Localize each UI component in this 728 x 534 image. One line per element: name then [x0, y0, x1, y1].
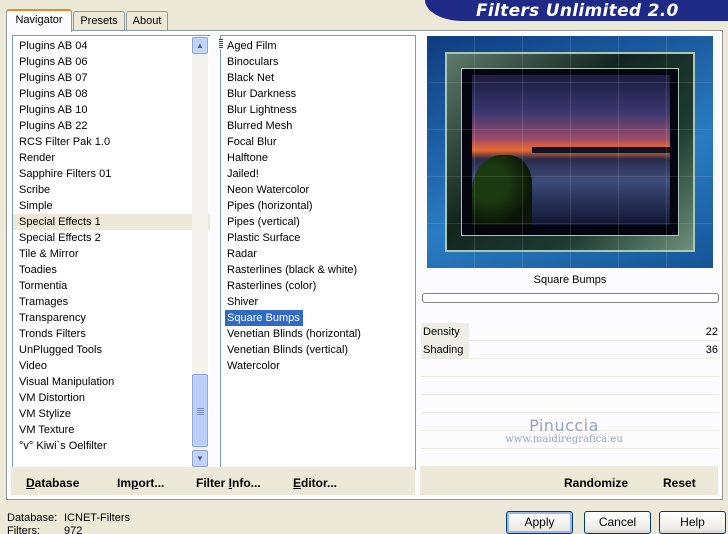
list-item[interactable]: Black Net: [221, 70, 415, 86]
list-item[interactable]: Jailed!: [221, 166, 415, 182]
list-item[interactable]: Plugins AB 06: [13, 54, 210, 70]
tab-presets[interactable]: Presets: [73, 11, 125, 31]
list-item[interactable]: Video: [13, 358, 210, 374]
param-shading-label: Shading: [423, 344, 464, 356]
reset-button[interactable]: Reset: [663, 476, 696, 490]
chevron-up-icon[interactable]: ▲: [192, 37, 208, 54]
list-item[interactable]: Transparency: [13, 310, 210, 326]
editor-button[interactable]: Editor...: [293, 476, 337, 490]
list-item[interactable]: Binoculars: [221, 54, 415, 70]
parameter-list: Density 22 Shading 36: [421, 323, 719, 467]
list-item[interactable]: Plugins AB 07: [13, 70, 210, 86]
list-item[interactable]: °v° Kiwi`s Oelfilter: [13, 438, 210, 454]
watermark: Pinuccia www.maidiregrafica.eu: [494, 416, 634, 445]
list-item[interactable]: Tramages: [13, 294, 210, 310]
filter-info-button[interactable]: Filter Info...: [196, 476, 261, 490]
list-item[interactable]: Plugins AB 10: [13, 102, 210, 118]
list-item[interactable]: Simple: [13, 198, 210, 214]
list-item[interactable]: Render: [13, 150, 210, 166]
list-item[interactable]: Visual Manipulation: [13, 374, 210, 390]
progress-bar: [422, 293, 719, 303]
app-title: Filters Unlimited 2.0: [476, 1, 679, 21]
list-item[interactable]: RCS Filter Pak 1.0: [13, 134, 210, 150]
database-label: Database:: [7, 512, 58, 524]
category-scrollbar[interactable]: ▲ ▼: [192, 37, 208, 468]
list-item[interactable]: Venetian Blinds (vertical): [221, 342, 415, 358]
database-button[interactable]: Database: [26, 476, 79, 490]
category-list[interactable]: Plugins AB 04 Plugins AB 06 Plugins AB 07 P…: [12, 35, 210, 470]
list-item[interactable]: Plugins AB 04: [13, 38, 210, 54]
list-item[interactable]: Blurred Mesh: [221, 118, 415, 134]
list-item[interactable]: Special Effects 1: [13, 214, 210, 230]
list-item[interactable]: Rasterlines (color): [221, 278, 415, 294]
list-item[interactable]: Plugins AB 08: [13, 86, 210, 102]
list-grip-icon: [219, 39, 223, 49]
list-item[interactable]: Blur Lightness: [221, 102, 415, 118]
list-item[interactable]: Plugins AB 22: [13, 118, 210, 134]
list-item[interactable]: Aged Film: [221, 38, 415, 54]
list-item[interactable]: Watercolor: [221, 358, 415, 374]
param-density[interactable]: Density 22: [421, 323, 719, 341]
filters-count: 972: [64, 525, 83, 534]
list-item[interactable]: Tormentia: [13, 278, 210, 294]
list-item[interactable]: Halftone: [221, 150, 415, 166]
param-density-value: 22: [705, 326, 718, 338]
param-shading[interactable]: Shading 36: [421, 341, 719, 359]
list-item[interactable]: Pipes (horizontal): [221, 198, 415, 214]
preview-image: [427, 36, 713, 268]
list-item[interactable]: Square Bumps: [225, 310, 303, 326]
list-item[interactable]: Toadies: [13, 262, 210, 278]
list-item[interactable]: Plastic Surface: [221, 230, 415, 246]
import-button[interactable]: Import...: [117, 476, 164, 490]
apply-button[interactable]: Apply: [506, 511, 573, 534]
help-button[interactable]: Help: [659, 511, 726, 534]
list-item[interactable]: Tronds Filters: [13, 326, 210, 342]
list-item[interactable]: VM Stylize: [13, 406, 210, 422]
param-shading-value: 36: [705, 344, 718, 356]
list-item[interactable]: Neon Watercolor: [221, 182, 415, 198]
filter-list[interactable]: Aged Film Binoculars Black Net Blur Darknes…: [220, 35, 416, 470]
list-item[interactable]: Focal Blur: [221, 134, 415, 150]
tab-about[interactable]: About: [126, 11, 168, 31]
selected-filter-name: Square Bumps: [533, 274, 607, 286]
list-item[interactable]: Venetian Blinds (horizontal): [221, 326, 415, 342]
list-item[interactable]: Radar: [221, 246, 415, 262]
list-item[interactable]: Blur Darkness: [221, 86, 415, 102]
randomize-button[interactable]: Randomize: [564, 476, 628, 490]
tab-navigator[interactable]: Navigator: [6, 9, 72, 32]
cancel-button[interactable]: Cancel: [584, 511, 651, 534]
list-item[interactable]: VM Distortion: [13, 390, 210, 406]
list-item[interactable]: UnPlugged Tools: [13, 342, 210, 358]
chevron-down-icon[interactable]: ▼: [192, 450, 208, 467]
watermark-url: www.maidiregrafica.eu: [505, 434, 623, 445]
list-item[interactable]: Shiver: [221, 294, 415, 310]
watermark-name: Pinuccia: [529, 416, 599, 435]
list-item[interactable]: Special Effects 2: [13, 230, 210, 246]
param-density-label: Density: [423, 326, 460, 338]
list-item[interactable]: Scribe: [13, 182, 210, 198]
list-item[interactable]: Tile & Mirror: [13, 246, 210, 262]
scrollbar-thumb[interactable]: [192, 374, 208, 447]
list-item[interactable]: Pipes (vertical): [221, 214, 415, 230]
list-item[interactable]: Rasterlines (black & white): [221, 262, 415, 278]
status-info: Database: ICNET-Filters Filters: 972: [7, 512, 130, 534]
list-item[interactable]: Sapphire Filters 01: [13, 166, 210, 182]
filters-label: Filters:: [7, 525, 40, 534]
list-item[interactable]: VM Texture: [13, 422, 210, 438]
database-value: ICNET-Filters: [64, 512, 130, 524]
